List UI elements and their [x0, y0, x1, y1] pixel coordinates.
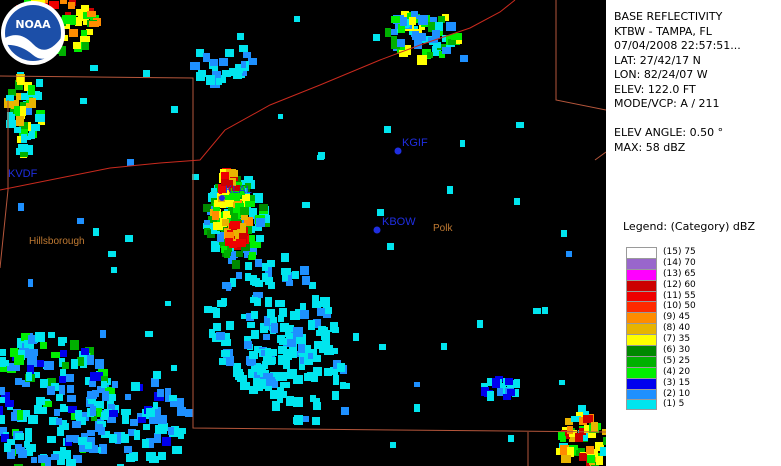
legend-swatch: [626, 279, 657, 291]
county-border-east: [555, 0, 606, 111]
legend-swatch: [626, 355, 657, 367]
legend-label: (9) 45: [663, 312, 691, 323]
county-border-north: [0, 75, 194, 160]
legend-swatch: [626, 345, 657, 356]
legend-label: (2) 10: [663, 388, 691, 399]
legend-label: (6) 30: [663, 345, 691, 356]
county-border-bottom: [192, 318, 606, 433]
legend-row: (15) 75: [626, 247, 776, 258]
legend: (15) 75 (14) 70 (13) 65 (12) 60 (11) 55 (10) …: [626, 247, 776, 411]
latitude: LAT: 27/42/17 N: [614, 53, 701, 67]
elevation: ELEV: 122.0 FT: [614, 82, 696, 96]
station-label-kvdf: KVDF: [8, 168, 38, 180]
county-border-west: [0, 100, 9, 269]
legend-swatch: [626, 290, 657, 302]
legend-label: (13) 65: [663, 268, 696, 279]
legend-label: (12) 60: [663, 279, 696, 290]
legend-label: (8) 40: [663, 323, 691, 334]
legend-row: (12) 60: [626, 279, 776, 291]
county-label-hillsborough: Hillsborough: [29, 236, 85, 247]
legend-label: (5) 25: [663, 355, 691, 366]
legend-row: (2) 10: [626, 388, 776, 400]
station-dot-kgif: [394, 147, 402, 155]
legend-row: (8) 40: [626, 323, 776, 335]
info-panel: BASE REFLECTIVITY KTBW - TAMPA, FL 07/04…: [606, 0, 781, 466]
legend-label: (15) 75: [663, 247, 696, 257]
station-name: KTBW - TAMPA, FL: [614, 24, 712, 38]
scan-datetime: 07/04/2008 22:57:51...: [614, 39, 741, 52]
legend-label: (11) 55: [663, 290, 696, 301]
legend-row: (11) 55: [626, 290, 776, 302]
county-borders: [0, 0, 606, 466]
elevation-angle: ELEV ANGLE: 0.50 °: [614, 126, 724, 139]
station-label-kbow: KBOW: [382, 216, 416, 228]
legend-swatch: [626, 323, 657, 335]
legend-swatch: [626, 399, 657, 411]
svg-text:NOAA: NOAA: [15, 18, 51, 31]
legend-label: (10) 50: [663, 301, 696, 312]
legend-swatch: [626, 312, 657, 324]
legend-row: (13) 65: [626, 268, 776, 280]
station-label-klal: KLAL: [225, 184, 252, 196]
map-overlay: [0, 0, 606, 466]
legend-swatch: [626, 366, 657, 378]
legend-row: (10) 50: [626, 301, 776, 313]
legend-swatch: [626, 377, 657, 389]
county-border-east2: [594, 151, 606, 161]
legend-swatch: [626, 334, 657, 346]
noaa-logo: NOAA: [1, 1, 65, 65]
legend-row: (3) 15: [626, 377, 776, 389]
legend-row: (5) 25: [626, 355, 776, 367]
county-label-polk: Polk: [433, 223, 453, 234]
legend-label: (3) 15: [663, 377, 691, 388]
max-reflectivity: MAX: 58 dBZ: [614, 140, 686, 154]
legend-label: (7) 35: [663, 334, 691, 345]
legend-label: (4) 20: [663, 366, 691, 377]
legend-row: (4) 20: [626, 366, 776, 378]
legend-swatch: [626, 247, 657, 258]
legend-row: (9) 45: [626, 312, 776, 324]
longitude: LON: 82/24/07 W: [614, 68, 708, 81]
legend-row: (6) 30: [626, 345, 776, 356]
legend-row: (7) 35: [626, 334, 776, 346]
legend-swatch: [626, 388, 657, 400]
legend-row: (1) 5: [626, 399, 776, 411]
radar-map[interactable]: KGIF KBOW KLAL KVDF Polk Hillsborough NO…: [0, 0, 606, 466]
legend-swatch: [626, 268, 657, 280]
legend-label: (1) 5: [663, 399, 685, 410]
station-label-kgif: KGIF: [402, 137, 428, 149]
legend-swatch: [626, 301, 657, 313]
product-name: BASE REFLECTIVITY: [614, 10, 723, 23]
legend-label: (14) 70: [663, 257, 696, 268]
legend-title: Legend: (Category) dBZ: [623, 220, 755, 233]
legend-swatch: [626, 257, 657, 269]
mode-vcp: MODE/VCP: A / 211: [614, 97, 720, 110]
highway: [0, 0, 516, 191]
station-dot-kbow: [373, 226, 381, 234]
legend-row: (14) 70: [626, 257, 776, 269]
